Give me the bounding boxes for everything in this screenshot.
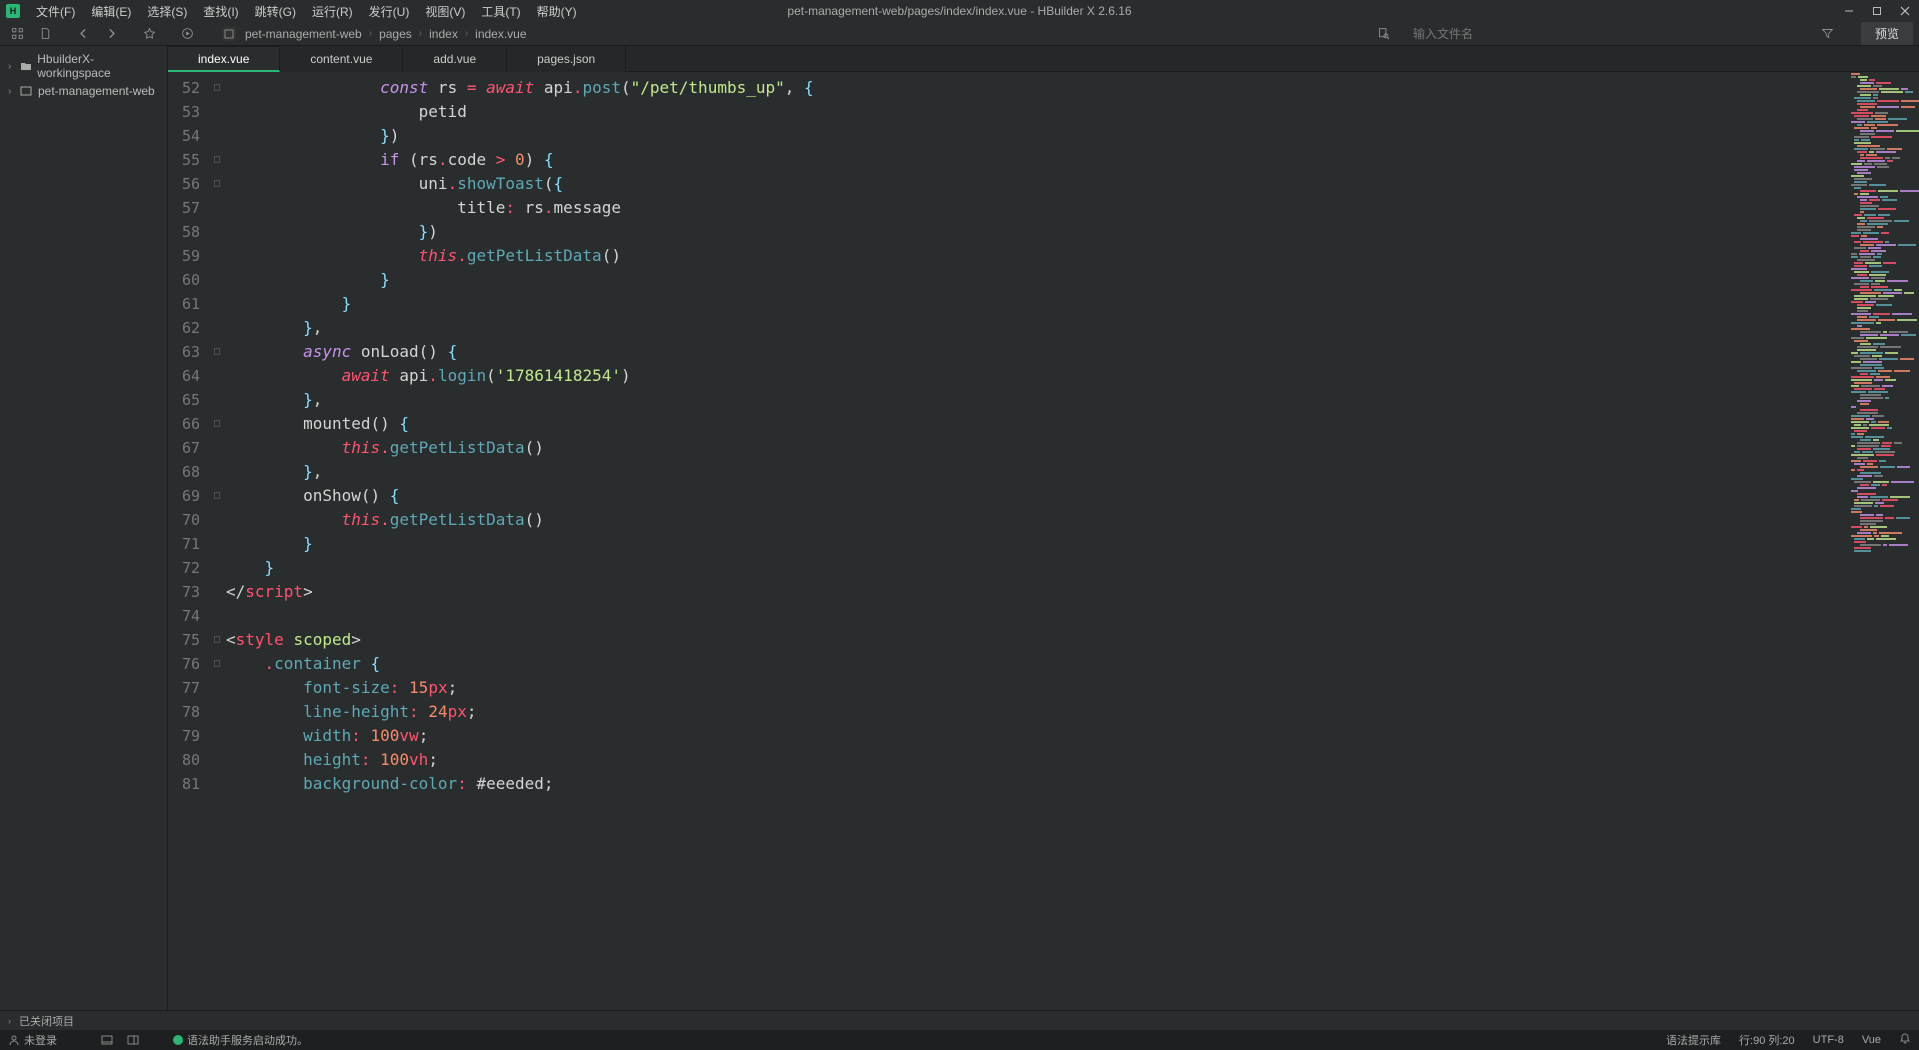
status-encoding[interactable]: UTF-8 [1813, 1034, 1844, 1046]
statusbar: 未登录 语法助手服务启动成功。 语法提示库 行:90 列:20 UTF-8 Vu… [0, 1030, 1919, 1050]
chevron-right-icon: › [8, 61, 16, 72]
app-logo-icon: H [6, 4, 20, 18]
breadcrumb-item[interactable]: index [426, 27, 461, 41]
breadcrumb-item[interactable]: pet-management-web [242, 27, 365, 41]
menu-select[interactable]: 选择(S) [139, 1, 195, 22]
close-button[interactable] [1891, 0, 1919, 22]
sidebar-item-project[interactable]: › pet-management-web [0, 82, 167, 100]
console-toggle-icon[interactable] [127, 1034, 139, 1046]
syntax-status: 语法助手服务启动成功。 [173, 1032, 308, 1048]
sidebar-item-label: HbuilderX-workingspace [37, 52, 163, 80]
menu-publish[interactable]: 发行(U) [361, 1, 418, 22]
preview-button[interactable]: 预览 [1861, 22, 1913, 45]
folder-icon [19, 59, 33, 73]
back-icon[interactable] [72, 23, 94, 45]
menubar: H 文件(F) 编辑(E) 选择(S) 查找(I) 跳转(G) 运行(R) 发行… [0, 0, 1919, 22]
bell-icon[interactable] [1899, 1033, 1911, 1048]
breadcrumb-item[interactable]: index.vue [472, 27, 529, 41]
menu-edit[interactable]: 编辑(E) [83, 1, 139, 22]
status-lang[interactable]: Vue [1862, 1034, 1881, 1046]
menu-file[interactable]: 文件(F) [28, 1, 83, 22]
search-input[interactable] [1409, 25, 1809, 43]
run-target-icon[interactable] [176, 23, 198, 45]
closed-projects-label: 已关闭项目 [19, 1013, 74, 1029]
filter-icon[interactable] [1817, 23, 1839, 45]
breadcrumb: pet-management-web › pages › index › ind… [222, 27, 530, 41]
breadcrumb-item[interactable]: pages [376, 27, 415, 41]
chevron-right-icon: › [8, 1016, 16, 1026]
tab-content-vue[interactable]: content.vue [280, 46, 403, 72]
menu-view[interactable]: 视图(V) [417, 1, 473, 22]
code-editor[interactable]: 5253545556575859606162636465666768697071… [168, 72, 1919, 1010]
status-cursor[interactable]: 行:90 列:20 [1739, 1032, 1795, 1048]
login-status[interactable]: 未登录 [8, 1032, 57, 1048]
maximize-button[interactable] [1863, 0, 1891, 22]
menu-tool[interactable]: 工具(T) [473, 1, 528, 22]
sidebar-item-label: pet-management-web [38, 84, 155, 98]
minimap[interactable] [1847, 72, 1919, 1010]
forward-icon[interactable] [100, 23, 122, 45]
project-icon [19, 84, 33, 98]
chevron-right-icon: › [461, 28, 472, 39]
new-file-icon[interactable] [34, 23, 56, 45]
chevron-right-icon: › [8, 86, 16, 97]
terminal-toggle-icon[interactable] [101, 1034, 113, 1046]
tab-pages-json[interactable]: pages.json [507, 46, 626, 72]
menu-find[interactable]: 查找(I) [195, 1, 246, 22]
project-sidebar: › HbuilderX-workingspace › pet-managemen… [0, 46, 168, 1010]
menu-goto[interactable]: 跳转(G) [247, 1, 304, 22]
file-icon [222, 27, 236, 41]
star-icon[interactable] [138, 23, 160, 45]
menu-run[interactable]: 运行(R) [304, 1, 361, 22]
status-ok-icon [173, 1035, 183, 1045]
chevron-right-icon: › [415, 28, 426, 39]
window-title: pet-management-web/pages/index/index.vue… [787, 4, 1131, 18]
sidebar-item-workingspace[interactable]: › HbuilderX-workingspace [0, 50, 167, 82]
status-hints[interactable]: 语法提示库 [1666, 1032, 1721, 1048]
menu-help[interactable]: 帮助(Y) [529, 1, 585, 22]
tab-index-vue[interactable]: index.vue [168, 46, 280, 72]
editor-tabs: index.vuecontent.vueadd.vuepages.json [168, 46, 1919, 72]
search-file-icon[interactable] [1373, 23, 1395, 45]
chevron-right-icon: › [365, 28, 376, 39]
explorer-icon[interactable] [6, 23, 28, 45]
tab-add-vue[interactable]: add.vue [403, 46, 507, 72]
toolbar: pet-management-web › pages › index › ind… [0, 22, 1919, 46]
editor-area: index.vuecontent.vueadd.vuepages.json 52… [168, 46, 1919, 1010]
closed-projects-bar[interactable]: › 已关闭项目 [0, 1010, 1919, 1030]
minimize-button[interactable] [1835, 0, 1863, 22]
